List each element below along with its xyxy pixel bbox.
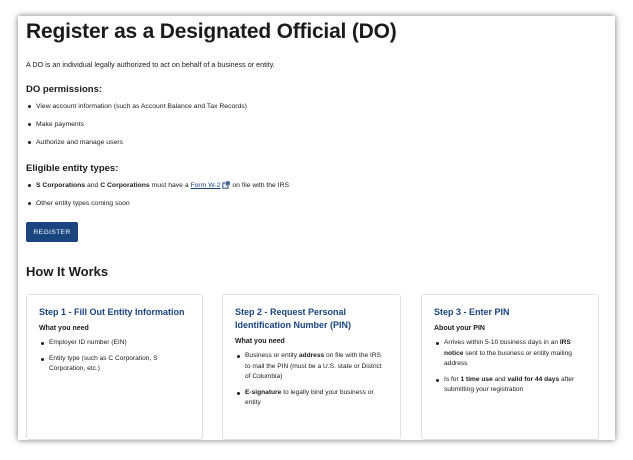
permissions-list: View account information (such as Accoun… — [26, 102, 247, 156]
permissions-heading: DO permissions: — [26, 84, 103, 95]
register-button[interactable]: REGISTER — [26, 222, 78, 242]
step-2-card: Step 2 - Request Personal Identification… — [222, 294, 401, 440]
page-title: Register as a Designated Official (DO) — [26, 20, 397, 43]
text-segment: sent to the business or entity mailing a… — [444, 349, 572, 368]
step-1-title: Step 1 - Fill Out Entity Information — [39, 307, 185, 317]
list-item: Arrives within 5-10 business days in an … — [434, 338, 586, 370]
eligible-list: S Corporations and C Corporations must h… — [26, 181, 289, 217]
list-item: Business or entity address on file with … — [235, 351, 388, 383]
step-3-list: Arrives within 5-10 business days in an … — [434, 338, 586, 396]
list-item: Entity type (such as C Corporation, S Co… — [39, 354, 190, 375]
intro-text: A DO is an individual legally authorized… — [26, 60, 275, 69]
text-segment: Business or entity — [245, 352, 299, 359]
text-segment: Arrives within 5-10 business days in an — [444, 339, 560, 346]
step-2-subtitle: What you need — [235, 338, 285, 345]
step-1-subtitle: What you need — [39, 325, 89, 332]
and-text: and — [85, 182, 101, 189]
s-corp-text: S Corporations — [36, 182, 86, 189]
step-2-title: Step 2 - Request Personal Identification… — [235, 307, 352, 330]
form-w2-link[interactable]: Form W-2 — [191, 182, 221, 189]
step-2-list: Business or entity address on file with … — [235, 351, 388, 409]
how-it-works-heading: How It Works — [26, 264, 109, 279]
on-file-text: on file with the IRS — [230, 182, 290, 189]
step-3-card: Step 3 - Enter PIN About your PIN Arrive… — [421, 294, 599, 440]
address-bold: address — [298, 352, 325, 359]
eligible-heading: Eligible entity types: — [26, 163, 119, 174]
list-item: Is for 1 time use and valid for 44 days … — [434, 375, 586, 396]
step-1-list: Employer ID number (EIN) Entity type (su… — [39, 338, 190, 375]
list-item: Make payments — [26, 120, 247, 138]
must-have-text: must have a — [149, 182, 191, 189]
list-item: View account information (such as Accoun… — [26, 102, 247, 120]
valid-days-bold: valid for 44 days — [507, 375, 560, 383]
one-time-use-bold: 1 time use — [460, 375, 493, 383]
list-item: Other entity types coming soon — [26, 199, 289, 217]
list-item: Authorize and manage users — [26, 138, 247, 156]
list-item: S Corporations and C Corporations must h… — [26, 181, 289, 199]
step-3-title: Step 3 - Enter PIN — [434, 307, 510, 317]
list-item: Employer ID number (EIN) — [39, 338, 190, 349]
text-segment: and — [492, 375, 508, 383]
page-frame: Register as a Designated Official (DO) A… — [18, 16, 615, 440]
step-1-card: Step 1 - Fill Out Entity Information Wha… — [26, 294, 203, 440]
list-item: E-signature to legally bind your busines… — [235, 388, 388, 409]
text-segment: Is for — [444, 375, 461, 383]
esignature-bold: E-signature — [245, 388, 282, 396]
c-corp-text: C Corporations — [100, 182, 150, 189]
step-3-subtitle: About your PIN — [434, 325, 485, 332]
